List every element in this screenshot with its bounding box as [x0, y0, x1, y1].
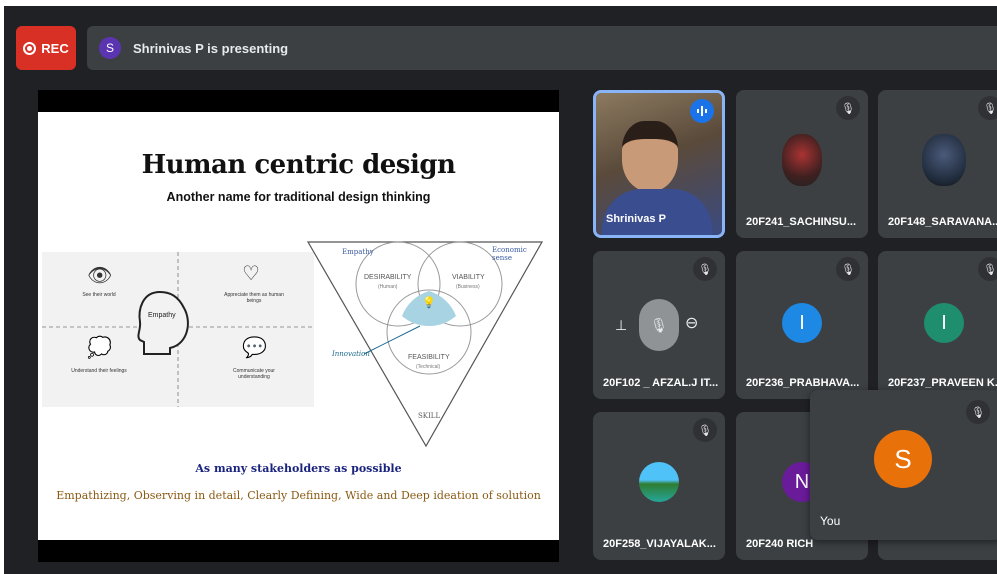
remove-icon[interactable]: ⊖ — [685, 313, 698, 333]
slide-stakeholders: As many stakeholders as possible — [195, 462, 402, 475]
record-icon — [23, 41, 37, 55]
participant-name: 20F102 _ AFZAL.J IT... — [603, 377, 719, 389]
presenter-avatar: S — [99, 37, 121, 59]
skill-label: SKILL — [418, 412, 441, 420]
feasibility-sub: (Technical) — [416, 364, 441, 370]
empathy-item: Appreciate them as human beings — [224, 292, 284, 304]
venn-economic-label: Economic sense — [492, 246, 527, 262]
participant-name: 20F148_SARAVANA... — [888, 216, 997, 228]
empathy-center-label: Empathy — [148, 312, 176, 319]
desirability-label: DESIRABILITY — [364, 274, 412, 281]
empathy-item: See their world — [82, 292, 116, 298]
top-bar: REC S Shrinivas P is presenting — [16, 26, 997, 70]
participant-name: 20F258_VIJAYALAK... — [603, 538, 716, 550]
viability-label: VIABILITY — [452, 274, 485, 281]
self-label: You — [820, 514, 841, 528]
presenter-banner-text: Shrinivas P is presenting — [133, 40, 289, 56]
empathy-item: Communicate your understanding — [233, 368, 275, 380]
mic-off-icon: 🎙 — [966, 400, 990, 424]
participant-face — [622, 121, 678, 191]
participant-tile[interactable]: 🎙 ⊥ 🎙 ⊖ 20F102 _ AFZAL.J IT... — [593, 251, 725, 399]
heart-icon: ♡ — [242, 263, 260, 285]
light-bulb-icon: 💡 — [422, 297, 436, 309]
slide-title: Human centric design — [141, 150, 456, 180]
feasibility-label: FEASIBILITY — [408, 354, 450, 361]
mic-off-icon: 🎙 — [978, 257, 997, 281]
mic-off-icon: 🎙 — [836, 96, 860, 120]
self-view-tile[interactable]: 🎙 S You — [810, 390, 997, 540]
mic-off-icon: 🎙 — [693, 257, 717, 281]
mic-off-icon: 🎙 — [693, 418, 717, 442]
slide-subtitle: Another name for traditional design thin… — [166, 190, 431, 204]
speaking-indicator-icon — [690, 99, 714, 123]
self-avatar: S — [874, 430, 932, 488]
mic-off-icon: 🎙 — [650, 316, 668, 333]
participant-name: Shrinivas P — [606, 213, 666, 225]
meet-window: REC S Shrinivas P is presenting Human ce… — [4, 6, 997, 574]
presenter-banner[interactable]: S Shrinivas P is presenting — [87, 26, 997, 70]
mute-participant-button[interactable]: 🎙 — [639, 299, 679, 351]
participant-name: 20F237_PRAVEEN K... — [888, 377, 997, 389]
recording-label: REC — [41, 40, 69, 56]
participant-tile[interactable]: 🎙 20F241_SACHINSU... — [736, 90, 868, 238]
participant-tile[interactable]: 🎙 I 20F237_PRAVEEN K... — [878, 251, 997, 399]
mic-off-icon: 🎙 — [978, 96, 997, 120]
innovation-label: Innovation — [332, 350, 370, 358]
presented-screen[interactable]: Human centric design Another name for tr… — [38, 90, 559, 562]
empathy-item: Understand their feelings — [71, 368, 127, 374]
participant-tile[interactable]: 🎙 I 20F236_PRABHAVA... — [736, 251, 868, 399]
avatar: I — [782, 303, 822, 343]
avatar: I — [924, 303, 964, 343]
avatar — [639, 462, 679, 502]
slide-methods: Empathizing, Observing in detail, Clearl… — [56, 489, 541, 502]
participant-tile[interactable]: 🎙 20F258_VIJAYALAK... — [593, 412, 725, 560]
participant-tile[interactable]: Shrinivas P — [593, 90, 725, 238]
avatar — [782, 134, 822, 186]
participant-name: 20F236_PRABHAVA... — [746, 377, 860, 389]
pin-icon[interactable]: ⊥ — [615, 317, 627, 334]
slide: Human centric design Another name for tr… — [38, 112, 559, 540]
speech-bubble-icon: 💬 — [242, 337, 267, 359]
eye-icon: 👁 — [87, 265, 113, 287]
mic-off-icon: 🎙 — [836, 257, 860, 281]
participant-tile[interactable]: 🎙 20F148_SARAVANA... — [878, 90, 997, 238]
desirability-sub: (Human) — [378, 284, 398, 290]
venn-diagram: 💡 Empathy Economic sense DESIRABILITY (H… — [306, 236, 546, 451]
viability-sub: (Business) — [456, 284, 480, 290]
participant-name: 20F240 RICH — [746, 538, 814, 550]
thought-bubble-icon: 💭 — [87, 337, 112, 359]
venn-empathy-label: Empathy — [342, 248, 374, 256]
empathy-diagram: 👁 See their world ♡ Appreciate them as h… — [42, 252, 314, 407]
avatar — [922, 134, 966, 186]
participant-name: 20F241_SACHINSU... — [746, 216, 857, 228]
recording-indicator[interactable]: REC — [16, 26, 76, 70]
